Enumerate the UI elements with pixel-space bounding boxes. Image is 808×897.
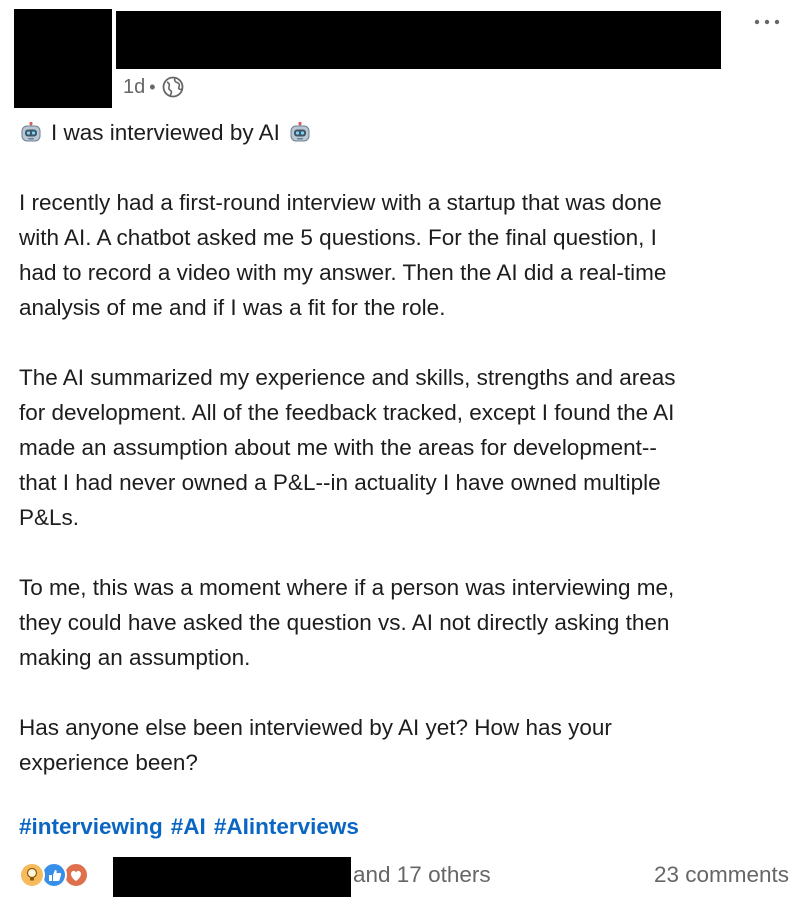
reactions-others-count[interactable]: and 17 others [353, 862, 491, 888]
hashtag-link[interactable]: #AIinterviews [214, 814, 359, 840]
social-counts-bar: and 17 others 23 comments [19, 853, 789, 897]
globe-icon[interactable] [162, 76, 184, 98]
post-paragraph: To me, this was a moment where if a pers… [19, 575, 675, 670]
author-name-redacted[interactable] [116, 11, 721, 69]
post-paragraph: Has anyone else been interviewed by AI y… [19, 715, 612, 775]
post-headline-text: I was interviewed by AI [51, 120, 280, 145]
ellipsis-icon [754, 19, 780, 25]
insightful-icon [19, 862, 45, 888]
hashtags: #interviewing #AI #AIinterviews [19, 814, 359, 840]
reactor-names-redacted[interactable] [113, 857, 351, 897]
robot-face-icon [290, 121, 310, 141]
post-paragraph: The AI summarized my experience and skil… [19, 365, 676, 530]
hashtag-link[interactable]: #interviewing [19, 814, 163, 840]
post-body: I was interviewed by AI I recently had a… [19, 114, 799, 780]
post-meta: 1d • [123, 74, 184, 100]
robot-face-icon [21, 121, 41, 141]
post-paragraph: I recently had a first-round interview w… [19, 190, 667, 320]
post-timestamp: 1d [123, 75, 146, 98]
meta-separator: • [149, 76, 156, 97]
reactions-summary[interactable] [19, 862, 93, 888]
author-avatar-redacted[interactable] [14, 9, 112, 108]
hashtag-link[interactable]: #AI [171, 814, 206, 840]
comments-count[interactable]: 23 comments [654, 862, 789, 888]
more-options-button[interactable] [750, 10, 784, 34]
post-headline: I was interviewed by AI [19, 115, 799, 150]
